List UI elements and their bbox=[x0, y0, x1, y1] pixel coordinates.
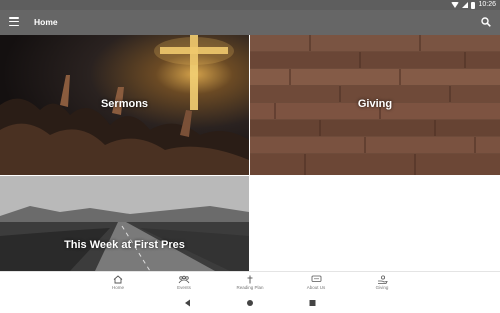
signal-icon bbox=[462, 2, 469, 8]
battery-icon bbox=[471, 1, 476, 9]
nav-events-label: Events bbox=[177, 285, 191, 290]
recents-icon[interactable] bbox=[309, 299, 316, 307]
search-icon[interactable] bbox=[481, 17, 491, 27]
nav-about-us[interactable]: About Us bbox=[286, 275, 346, 290]
nav-home-label: Home bbox=[111, 285, 124, 290]
app-bar: Home bbox=[0, 10, 500, 35]
back-icon[interactable] bbox=[184, 299, 191, 307]
system-navigation-bar bbox=[0, 293, 500, 313]
page-title: Home bbox=[34, 17, 58, 27]
road-image bbox=[0, 176, 249, 271]
sermons-label: Sermons bbox=[100, 98, 149, 110]
giving-label: Giving bbox=[357, 98, 393, 110]
status-bar: 10:26 bbox=[0, 0, 500, 10]
home-button-icon[interactable] bbox=[246, 299, 254, 307]
nav-giving[interactable]: Giving bbox=[352, 275, 412, 290]
home-icon bbox=[113, 275, 123, 284]
status-time: 10:26 bbox=[478, 1, 496, 8]
giving-hand-icon bbox=[377, 275, 388, 284]
chat-icon bbox=[311, 275, 321, 282]
cross-icon bbox=[247, 275, 253, 284]
nav-about-us-label: About Us bbox=[306, 285, 326, 290]
giving-tile[interactable]: Giving bbox=[250, 35, 500, 175]
sermons-tile[interactable]: Sermons bbox=[0, 35, 249, 175]
wifi-icon bbox=[451, 2, 460, 8]
this-week-label: This Week at First Pres bbox=[64, 239, 185, 251]
this-week-tile[interactable]: This Week at First Pres bbox=[0, 176, 249, 271]
nav-home[interactable]: Home bbox=[88, 275, 148, 290]
bottom-navigation: Home Events Reading Plan About Us Giving bbox=[0, 271, 500, 293]
nav-events[interactable]: Events bbox=[154, 275, 214, 290]
nav-reading-plan-label: Reading Plan bbox=[236, 285, 264, 290]
nav-giving-label: Giving bbox=[375, 285, 389, 290]
menu-icon[interactable] bbox=[9, 17, 19, 26]
nav-reading-plan[interactable]: Reading Plan bbox=[220, 275, 280, 290]
status-icons: 10:26 bbox=[451, 1, 496, 9]
events-icon bbox=[178, 275, 190, 284]
